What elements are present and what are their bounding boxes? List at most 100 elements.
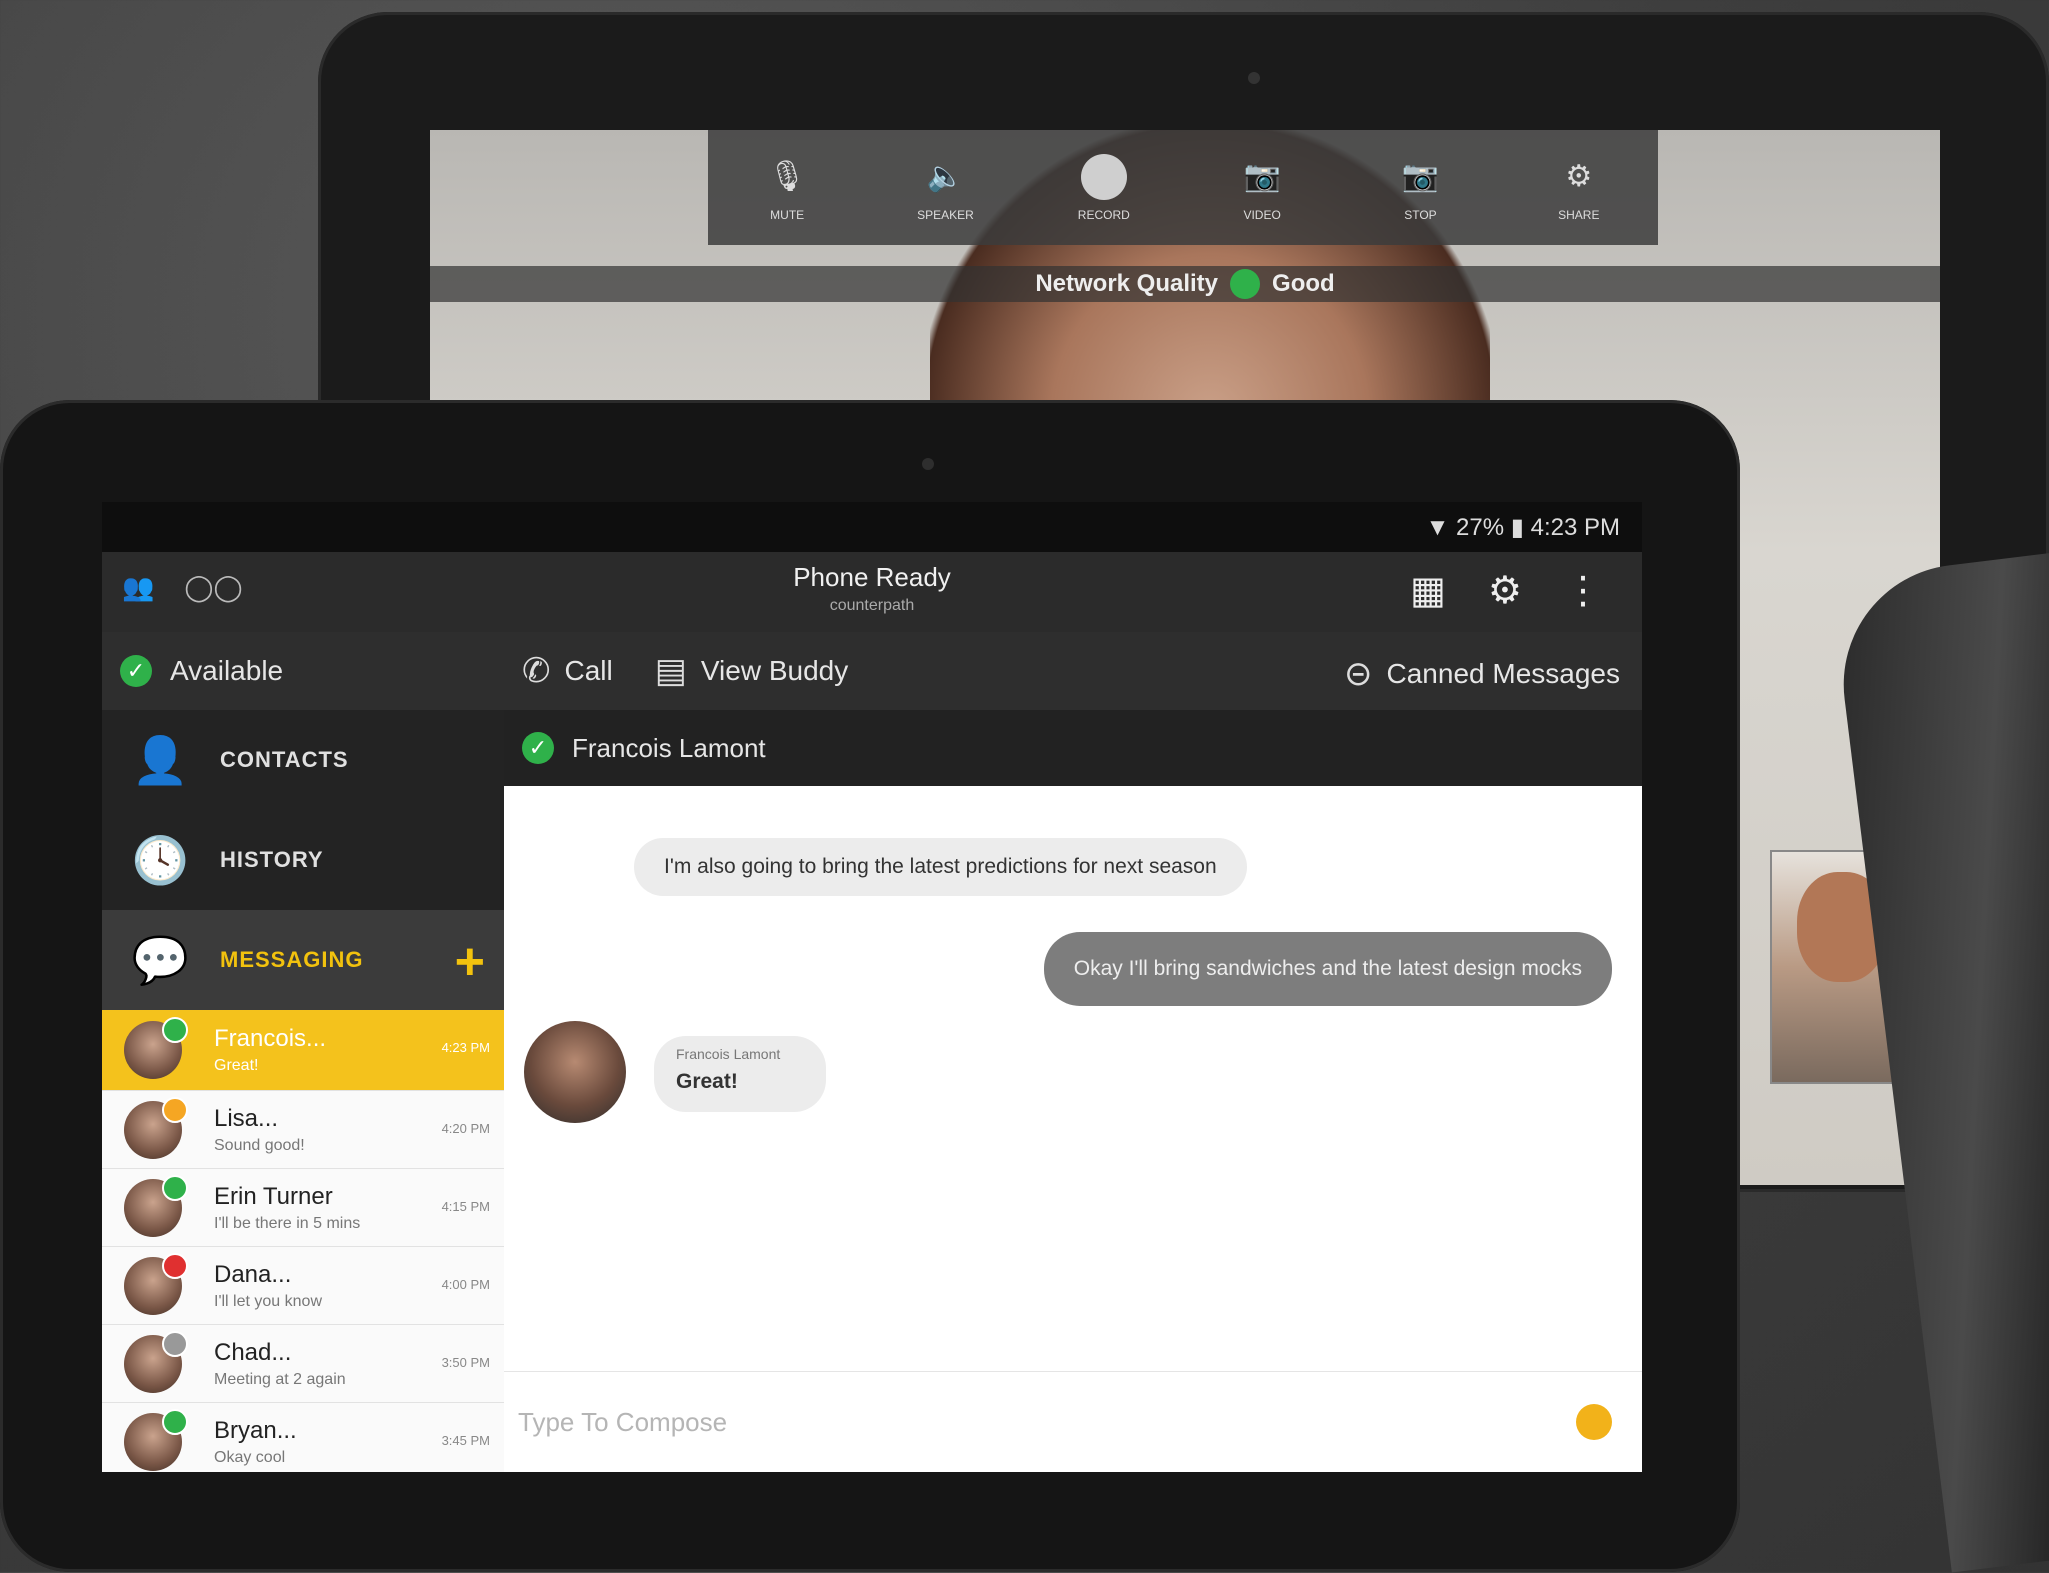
new-message-button[interactable]: +	[455, 932, 486, 992]
mute-label: MUTE	[770, 207, 805, 222]
conversation-snippet: I'll be there in 5 mins	[214, 1214, 361, 1232]
clock-icon: 🕓	[131, 833, 191, 886]
conversation-item[interactable]: Chad... Meeting at 2 again 3:50 PM	[102, 1325, 504, 1403]
network-quality-label: Network Quality	[1035, 270, 1219, 297]
avatar	[124, 1017, 188, 1079]
record-button[interactable]: RECORD	[1044, 153, 1164, 222]
avatar	[124, 1330, 188, 1393]
call-label: Call	[564, 655, 613, 686]
emoji-icon[interactable]	[1576, 1404, 1612, 1440]
camera-icon: 📷	[1243, 160, 1281, 193]
presence-selector[interactable]: ✓ Available	[102, 632, 504, 710]
mute-button[interactable]: 🎙 MUTE	[727, 154, 847, 222]
nav-messaging[interactable]: 💬 MESSAGING +	[102, 910, 504, 1010]
presence-indicator-icon	[162, 1252, 188, 1279]
phone-icon: ✆	[522, 652, 551, 690]
conversation-time: 3:45 PM	[441, 1433, 490, 1448]
stop-video-button[interactable]: 📷 STOP	[1360, 154, 1480, 222]
microphone-icon: 🎙	[768, 160, 807, 193]
status-bar-text: ▼ 27% ▮ 4:23 PM	[1425, 513, 1620, 541]
view-buddy-label: View Buddy	[700, 655, 849, 686]
presence-indicator-icon	[162, 1330, 188, 1357]
app-header: 👥 ◯◯ Phone Ready counterpath ▦ ⚙ ⋮	[102, 552, 1642, 632]
video-button[interactable]: 📷 VIDEO	[1202, 154, 1322, 222]
avatar	[124, 1174, 188, 1237]
front-tablet-device: ▼ 27% ▮ 4:23 PM 👥 ◯◯ Phone Ready counter…	[0, 400, 1740, 1572]
avatar	[524, 1021, 626, 1123]
presence-label: Available	[170, 655, 284, 686]
conversation-item[interactable]: Lisa... Sound good! 4:20 PM	[102, 1091, 504, 1169]
presence-indicator-icon	[162, 1174, 188, 1201]
chat-action-bar: ✆ Call ▤ View Buddy ⊝ Canned Messages	[504, 632, 1642, 710]
person-icon: 👤	[131, 733, 191, 786]
conversation-item[interactable]: Dana... I'll let you know 4:00 PM	[102, 1247, 504, 1325]
status-bar: ▼ 27% ▮ 4:23 PM	[102, 502, 1642, 552]
record-label: RECORD	[1077, 207, 1130, 222]
dialpad-icon[interactable]: ▦	[1410, 568, 1446, 613]
speaker-icon: 🔈	[926, 160, 965, 193]
contact-card-icon: ▤	[654, 652, 687, 690]
incoming-message: Francois Lamont Great!	[654, 1036, 826, 1112]
conversation-snippet: Okay cool	[214, 1448, 286, 1466]
more-icon[interactable]: ⋮	[1564, 568, 1602, 613]
header-left-icons: 👥 ◯◯	[122, 572, 243, 603]
message-sender-name: Francois Lamont	[676, 1046, 781, 1062]
app-screen: ▼ 27% ▮ 4:23 PM 👥 ◯◯ Phone Ready counter…	[102, 502, 1642, 1472]
presence-indicator-icon	[162, 1408, 188, 1435]
compose-input[interactable]	[516, 1405, 1520, 1439]
conversation-time: 4:15 PM	[441, 1199, 490, 1214]
chat-panel: ✆ Call ▤ View Buddy ⊝ Canned Messages ✓ …	[504, 632, 1642, 1472]
message-text: Great!	[676, 1070, 738, 1093]
record-icon	[1080, 153, 1127, 200]
avatar	[124, 1252, 188, 1315]
chat-bubble-icon: 💬	[131, 933, 191, 986]
share-label: SHARE	[1558, 207, 1600, 222]
conversation-time: 4:20 PM	[441, 1121, 490, 1136]
speaker-label: SPEAKER	[917, 207, 974, 222]
nav-contacts[interactable]: 👤 CONTACTS	[102, 710, 504, 810]
nav-history-label: HISTORY	[220, 847, 324, 872]
conversation-item[interactable]: Francois... Great! 4:23 PM	[102, 1010, 504, 1091]
camera-off-icon: 📷	[1401, 160, 1440, 193]
conversation-time: 4:00 PM	[441, 1277, 490, 1292]
avatar	[124, 1096, 188, 1159]
conversation-snippet: Meeting at 2 again	[214, 1370, 346, 1388]
video-call-toolbar: 🎙 MUTE 🔈 SPEAKER RECORD 📷 VIDEO 📷 STOP ⚙…	[708, 130, 1658, 245]
settings-icon[interactable]: ⚙	[1488, 568, 1522, 613]
canned-messages-button[interactable]: ⊝ Canned Messages	[1344, 654, 1620, 694]
available-check-icon: ✓	[522, 732, 554, 764]
speaker-button[interactable]: 🔈 SPEAKER	[885, 154, 1005, 222]
camera-lens	[1248, 72, 1260, 84]
conversation-list: Francois... Great! 4:23 PM Lisa... Sound g…	[102, 1010, 504, 1472]
network-status-icon	[1230, 269, 1261, 299]
conversation-item[interactable]: Bryan... Okay cool 3:45 PM	[102, 1403, 504, 1472]
conversation-time: 4:23 PM	[441, 1040, 490, 1055]
nav-history[interactable]: 🕓 HISTORY	[102, 810, 504, 910]
avatar	[124, 1408, 188, 1471]
presence-indicator-icon	[162, 1017, 188, 1043]
contacts-icon[interactable]: 👥	[122, 572, 154, 603]
app-body: ✓ Available 👤 CONTACTS 🕓 HISTORY 💬 MESSA…	[102, 632, 1642, 1472]
view-buddy-button[interactable]: ▤ View Buddy	[655, 651, 848, 691]
share-button[interactable]: ⚙ SHARE	[1519, 154, 1639, 222]
camera-lens	[922, 458, 934, 470]
sidebar: ✓ Available 👤 CONTACTS 🕓 HISTORY 💬 MESSA…	[102, 632, 504, 1472]
conversation-snippet: I'll let you know	[214, 1292, 322, 1310]
conversation-snippet: Great!	[214, 1057, 259, 1074]
composer-bar	[504, 1371, 1642, 1472]
available-check-icon: ✓	[120, 655, 152, 687]
outgoing-message: Okay I'll bring sandwiches and the lates…	[1043, 932, 1612, 1006]
video-label: VIDEO	[1243, 207, 1281, 222]
network-quality-value: Good	[1272, 270, 1335, 297]
voicemail-icon[interactable]: ◯◯	[184, 572, 242, 603]
conversation-snippet: Sound good!	[214, 1136, 305, 1154]
chat-contact-header: ✓ Francois Lamont	[504, 710, 1642, 786]
conversation-time: 3:50 PM	[441, 1355, 490, 1370]
conversation-item[interactable]: Erin Turner I'll be there in 5 mins 4:15 …	[102, 1169, 504, 1247]
canned-message-icon: ⊝	[1344, 655, 1373, 693]
presence-indicator-icon	[162, 1096, 188, 1123]
call-button[interactable]: ✆ Call	[522, 651, 613, 691]
share-icon: ⚙	[1565, 160, 1593, 193]
stop-label: STOP	[1404, 207, 1437, 222]
message-thread: I'm also going to bring the latest predi…	[504, 786, 1642, 1472]
